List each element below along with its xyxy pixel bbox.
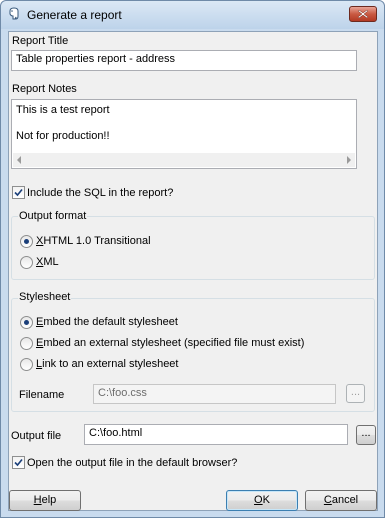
- title-bar[interactable]: Generate a report: [1, 1, 384, 29]
- link-external-label[interactable]: Link to an external stylesheet: [36, 358, 178, 370]
- xml-radio[interactable]: [20, 256, 33, 269]
- report-title-value: Table properties report - address: [16, 53, 175, 65]
- notes-horizontal-scrollbar[interactable]: [13, 153, 355, 167]
- report-dialog: Generate a report Report Title Table pro…: [0, 0, 385, 518]
- output-format-title: Output format: [18, 210, 88, 222]
- close-icon: [358, 10, 368, 18]
- cancel-button[interactable]: Cancel: [305, 490, 377, 511]
- notes-line: This is a test report: [16, 104, 110, 116]
- link-external-radio[interactable]: [20, 358, 33, 371]
- scroll-right-icon[interactable]: [347, 156, 351, 164]
- output-file-value: C:\foo.html: [89, 427, 143, 439]
- checkmark-icon: [14, 458, 23, 467]
- report-notes-textarea[interactable]: This is a test report Not for production…: [11, 99, 357, 169]
- ok-button[interactable]: OK: [226, 490, 298, 511]
- scroll-left-icon[interactable]: [17, 156, 21, 164]
- include-sql-label[interactable]: Include the SQL in the report?: [27, 187, 173, 199]
- embed-external-radio[interactable]: [20, 337, 33, 350]
- open-browser-label[interactable]: Open the output file in the default brow…: [27, 457, 237, 469]
- open-browser-checkbox[interactable]: [12, 456, 25, 469]
- xhtml-radio[interactable]: [20, 235, 33, 248]
- dialog-body: Report Title Table properties report - a…: [8, 31, 378, 511]
- embed-external-label[interactable]: Embed an external stylesheet (specified …: [36, 337, 304, 349]
- checkmark-icon: [14, 188, 23, 197]
- output-file-browse-button[interactable]: ...: [356, 425, 376, 445]
- help-button[interactable]: Help: [9, 490, 81, 511]
- report-notes-label: Report Notes: [12, 83, 77, 95]
- filename-input[interactable]: C:\foo.css: [93, 384, 336, 404]
- report-title-input[interactable]: Table properties report - address: [11, 50, 357, 71]
- xhtml-radio-label[interactable]: XHTML 1.0 Transitional: [36, 235, 151, 247]
- elephant-icon: [7, 7, 21, 21]
- filename-value: C:\foo.css: [98, 387, 147, 399]
- embed-default-radio[interactable]: [20, 316, 33, 329]
- stylesheet-title: Stylesheet: [18, 291, 72, 303]
- output-file-input[interactable]: C:\foo.html: [84, 424, 348, 445]
- filename-browse-button[interactable]: ...: [346, 384, 365, 403]
- output-format-group: [11, 216, 375, 280]
- include-sql-checkbox[interactable]: [12, 186, 25, 199]
- close-button[interactable]: [349, 6, 377, 22]
- xml-radio-label[interactable]: XML: [36, 256, 59, 268]
- embed-default-label[interactable]: Embed the default stylesheet: [36, 316, 178, 328]
- report-title-label: Report Title: [12, 35, 69, 47]
- window-title: Generate a report: [27, 8, 122, 22]
- notes-line: Not for production!!: [16, 130, 110, 142]
- filename-label: Filename: [19, 389, 65, 401]
- output-file-label: Output file: [11, 430, 62, 442]
